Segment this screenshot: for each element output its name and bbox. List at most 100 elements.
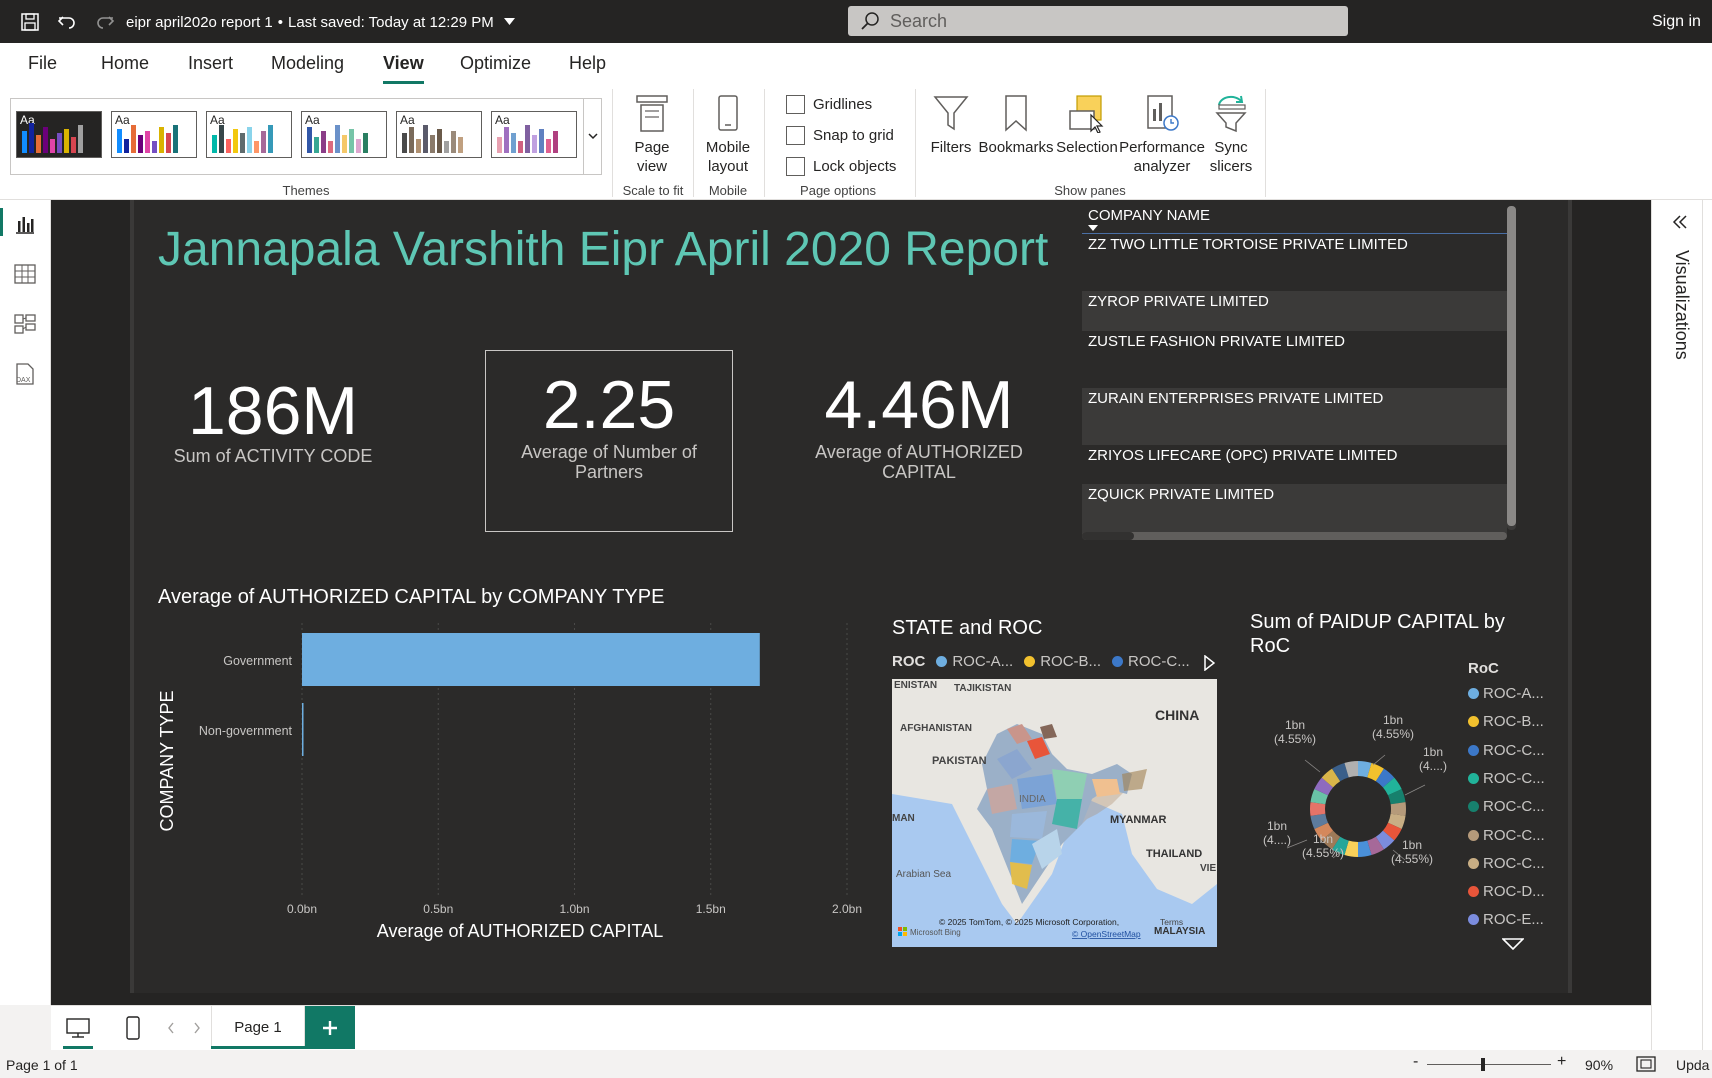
zoom-slider-thumb[interactable] [1481, 1058, 1485, 1071]
scrollbar-thumb[interactable] [1507, 206, 1516, 526]
donut-legend-item[interactable]: ROC-C... [1468, 770, 1545, 787]
add-page-button[interactable] [305, 1006, 355, 1049]
donut-legend-item[interactable]: ROC-C... [1468, 827, 1545, 844]
page-view-button[interactable]: Page view [624, 93, 680, 176]
filters-button[interactable]: Filters [926, 93, 976, 157]
map-visual[interactable]: ENISTAN TAJIKISTAN CHINA AFGHANISTAN PAK… [892, 679, 1217, 947]
report-title[interactable]: Jannapala Varshith Eipr April 2020 Repor… [158, 222, 1048, 277]
report-view-icon[interactable] [13, 212, 37, 236]
theme-swatch[interactable]: Aa [396, 111, 482, 158]
table-row[interactable]: ZYROP PRIVATE LIMITED [1082, 291, 1507, 331]
donut-legend-item[interactable]: ROC-C... [1468, 855, 1545, 872]
donut-legend-item[interactable]: ROC-C... [1468, 742, 1545, 759]
table-horizontal-scrollbar[interactable] [1082, 532, 1507, 540]
mobile-layout-button[interactable]: Mobile layout [700, 93, 756, 176]
sync-slicers-button[interactable]: Sync slicers [1204, 93, 1258, 176]
theme-swatch[interactable]: Aa [491, 111, 577, 158]
table-vertical-scrollbar[interactable] [1507, 206, 1516, 530]
undo-icon[interactable] [57, 11, 77, 33]
map-terms-link[interactable]: Terms [1160, 917, 1183, 927]
donut-legend-item[interactable]: ROC-E... [1468, 911, 1544, 928]
zoom-out-button[interactable]: - [1413, 1053, 1418, 1071]
menu-optimize[interactable]: Optimize [460, 53, 531, 74]
kpi-activity-code-value[interactable]: 186M [162, 372, 384, 450]
map-legend: ROC ROC-A... ROC-B... ROC-C... [892, 653, 1190, 670]
model-view-icon[interactable] [13, 312, 37, 336]
donut-legend-item[interactable]: ROC-C... [1468, 798, 1545, 815]
data-label: 1bn [1285, 718, 1305, 732]
performance-analyzer-button[interactable]: Performance analyzer [1118, 93, 1206, 176]
chevron-down-icon[interactable] [503, 18, 515, 26]
legend-scroll-down-icon[interactable] [1502, 938, 1524, 950]
tab-page-1[interactable]: Page 1 [211, 1006, 305, 1049]
save-icon[interactable] [20, 11, 40, 33]
bar-chart[interactable]: 0.0bn 0.5bn 1.0bn 1.5bn 2.0bn Government Non-g… [140, 615, 880, 945]
search-placeholder: Search [890, 10, 948, 31]
kpi-authorized-capital-value[interactable]: 4.46M [790, 366, 1048, 444]
zoom-in-button[interactable]: + [1557, 1053, 1566, 1071]
theme-swatch[interactable]: Aa [111, 111, 197, 158]
menu-home[interactable]: Home [101, 53, 149, 74]
update-status[interactable]: Upda [1676, 1057, 1709, 1073]
selection-button[interactable]: Selection [1054, 93, 1120, 157]
bar-chart-title: Average of AUTHORIZED CAPITAL by COMPANY… [158, 586, 665, 608]
y-tick-label: Government [223, 654, 292, 668]
table-row[interactable]: ZURAIN ENTERPRISES PRIVATE LIMITED [1082, 388, 1507, 445]
themes-expand-button[interactable] [583, 99, 601, 174]
redo-icon[interactable] [95, 11, 115, 33]
snap-to-grid-checkbox[interactable]: Snap to grid [786, 126, 894, 145]
fit-to-page-icon[interactable] [1636, 1056, 1656, 1072]
table-row[interactable]: ZZ TWO LITTLE TORTOISE PRIVATE LIMITED [1082, 234, 1507, 291]
map-legend-item[interactable]: ROC-C... [1128, 653, 1190, 670]
table-row[interactable]: ZRIYOS LIFECARE (OPC) PRIVATE LIMITED [1082, 445, 1507, 484]
bookmarks-button[interactable]: Bookmarks [978, 93, 1054, 157]
menu-view[interactable]: View [383, 53, 424, 84]
bar[interactable] [302, 633, 760, 686]
theme-swatch[interactable]: Aa [206, 111, 292, 158]
file-title[interactable]: eipr april202o report 1 • Last saved: To… [126, 11, 515, 33]
map-legend-item[interactable]: ROC-A... [952, 653, 1013, 670]
dax-query-view-icon[interactable]: DAX [13, 362, 37, 386]
map-label: ENISTAN [894, 680, 937, 691]
menu-modeling[interactable]: Modeling [271, 53, 344, 74]
gridlines-checkbox[interactable]: Gridlines [786, 95, 872, 114]
scrollbar-thumb[interactable] [1082, 532, 1134, 540]
lock-objects-checkbox[interactable]: Lock objects [786, 157, 896, 176]
visualizations-label[interactable]: Visualizations [1668, 250, 1692, 400]
donut-slice[interactable] [1390, 802, 1406, 816]
donut-legend-item[interactable]: ROC-A... [1468, 685, 1544, 702]
table-row[interactable]: ZQUICK PRIVATE LIMITED [1082, 484, 1507, 534]
sign-in-button[interactable]: Sign in [1652, 11, 1701, 33]
menu-file[interactable]: File [28, 53, 57, 74]
legend-next-icon[interactable] [1203, 655, 1215, 671]
desktop-view-icon[interactable] [65, 1016, 91, 1040]
donut-slice[interactable] [1310, 802, 1326, 816]
menu-help[interactable]: Help [569, 53, 606, 74]
table-row[interactable]: ZUSTLE FASHION PRIVATE LIMITED [1082, 331, 1507, 388]
mobile-view-icon[interactable] [125, 1015, 141, 1041]
performance-label: Performance analyzer [1119, 139, 1205, 175]
expand-pane-icon[interactable] [1672, 214, 1688, 230]
table-view-icon[interactable] [13, 262, 37, 286]
x-tick-label: 0.5bn [423, 902, 453, 916]
chevron-right-icon[interactable] [193, 1022, 201, 1034]
filter-icon [933, 96, 969, 131]
theme-swatch[interactable]: Aa [16, 111, 102, 158]
menu-insert[interactable]: Insert [188, 53, 233, 74]
map-osm-link[interactable]: © OpenStreetMap [1072, 929, 1141, 939]
zoom-slider-track[interactable] [1427, 1064, 1551, 1065]
search-box[interactable]: Search [848, 6, 1348, 36]
donut-chart[interactable]: 1bn(4.55%)1bn(4.55%)1bn(4....)1bn(4....)… [1245, 700, 1475, 900]
y-tick-label: Non-government [199, 724, 293, 738]
sort-desc-icon[interactable] [1088, 225, 1098, 231]
donut-legend-item[interactable]: ROC-D... [1468, 883, 1545, 900]
theme-swatch[interactable]: Aa [301, 111, 387, 158]
map-label: CHINA [1155, 707, 1199, 723]
zoom-level[interactable]: 90% [1585, 1057, 1613, 1073]
bar[interactable] [302, 703, 304, 756]
map-legend-item[interactable]: ROC-B... [1040, 653, 1101, 670]
table-header-company-name[interactable]: COMPANY NAME [1088, 207, 1210, 224]
donut-legend-item[interactable]: ROC-B... [1468, 713, 1544, 730]
chevron-left-icon[interactable] [167, 1022, 175, 1034]
donut-title: Sum of PAIDUP CAPITAL by RoC [1250, 610, 1505, 658]
